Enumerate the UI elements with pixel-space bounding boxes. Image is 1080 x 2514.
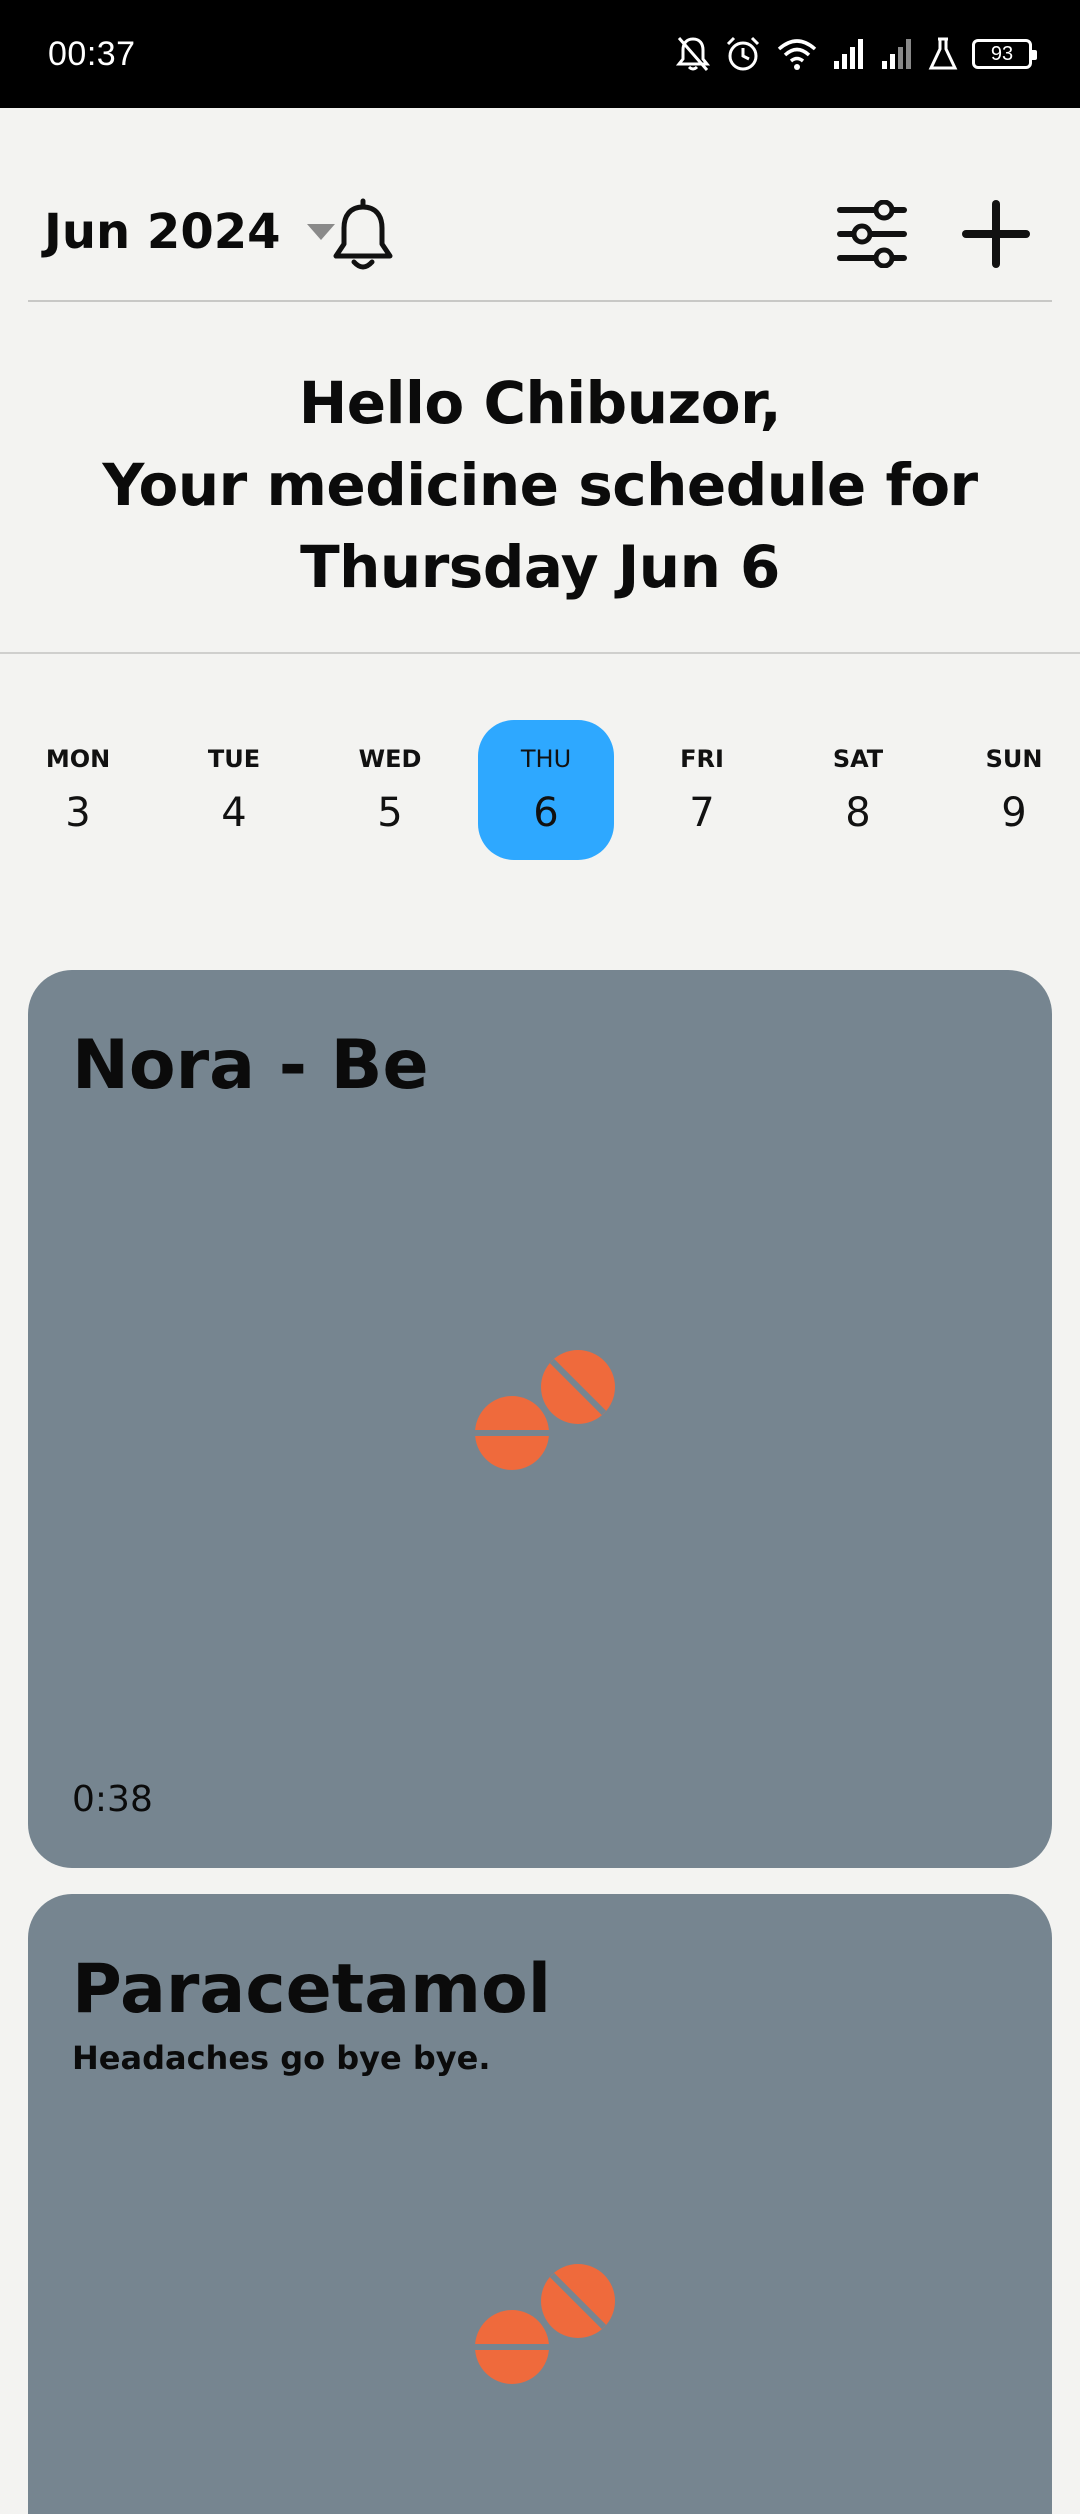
signal-icon — [834, 39, 863, 69]
day-of-week: WED — [358, 745, 422, 773]
day-of-week: SAT — [832, 745, 884, 773]
header-divider — [28, 300, 1052, 302]
day-of-month: 8 — [845, 790, 871, 836]
day-of-month: 4 — [221, 790, 247, 836]
medicine-card[interactable]: Paracetamol Headaches go bye bye. — [28, 1894, 1052, 2514]
day-sun[interactable]: SUN 9 — [946, 720, 1080, 860]
medicine-note: Headaches go bye bye. — [72, 2039, 491, 2077]
day-of-month: 9 — [1001, 790, 1027, 836]
day-of-week: THU — [520, 745, 572, 773]
day-fri[interactable]: FRI 7 — [634, 720, 770, 860]
wifi-icon — [777, 39, 817, 70]
battery-level: 93 — [990, 42, 1014, 65]
pills-icon — [472, 1350, 615, 1470]
app-header: Jun 2024 — [0, 108, 1080, 300]
greeting-date: Thursday Jun 6 — [300, 533, 780, 601]
signal-weak-icon — [882, 39, 911, 69]
notifications-bell-icon[interactable] — [330, 198, 396, 272]
status-icons: 93 — [676, 30, 1037, 78]
day-mon[interactable]: MON 3 — [10, 720, 146, 860]
dose-time: 0:38 — [72, 1779, 153, 1820]
day-of-week: SUN — [985, 745, 1043, 773]
greeting-schedule: Your medicine schedule for — [102, 451, 978, 519]
medicine-name: Nora - Be — [72, 1026, 429, 1105]
day-of-month: 3 — [65, 790, 91, 836]
flask-icon — [928, 37, 958, 70]
status-bar: 00:37 93 — [0, 0, 1080, 108]
day-wed[interactable]: WED 5 — [322, 720, 458, 860]
week-day-selector: MON 3 TUE 4 WED 5 THU 6 FRI 7 SAT 8 SUN … — [0, 720, 1080, 860]
add-medicine-icon[interactable] — [962, 200, 1030, 268]
day-of-month: 7 — [689, 790, 715, 836]
pills-icon — [472, 2264, 615, 2384]
greeting: Hello Chibuzor, Your medicine schedule f… — [0, 362, 1080, 608]
day-tue[interactable]: TUE 4 — [166, 720, 302, 860]
month-picker[interactable]: Jun 2024 — [44, 204, 337, 260]
day-of-week: TUE — [207, 745, 261, 773]
day-of-month: 5 — [377, 790, 403, 836]
day-of-week: MON — [45, 745, 111, 773]
medicine-card[interactable]: Nora - Be 0:38 — [28, 970, 1052, 1868]
status-time: 00:37 — [48, 35, 136, 73]
day-thu-selected[interactable]: THU 6 — [478, 720, 614, 860]
bell-muted-icon — [676, 37, 710, 71]
day-of-month: 6 — [533, 790, 559, 836]
alarm-icon — [726, 36, 760, 71]
greeting-hello: Hello Chibuzor, — [298, 369, 782, 437]
battery-icon: 93 — [972, 39, 1037, 69]
day-of-week: FRI — [680, 745, 724, 773]
day-sat[interactable]: SAT 8 — [790, 720, 926, 860]
filter-sliders-icon[interactable] — [836, 200, 908, 268]
month-label: Jun 2024 — [44, 204, 281, 260]
greeting-divider — [0, 652, 1080, 654]
medicine-name: Paracetamol — [72, 1950, 552, 2029]
